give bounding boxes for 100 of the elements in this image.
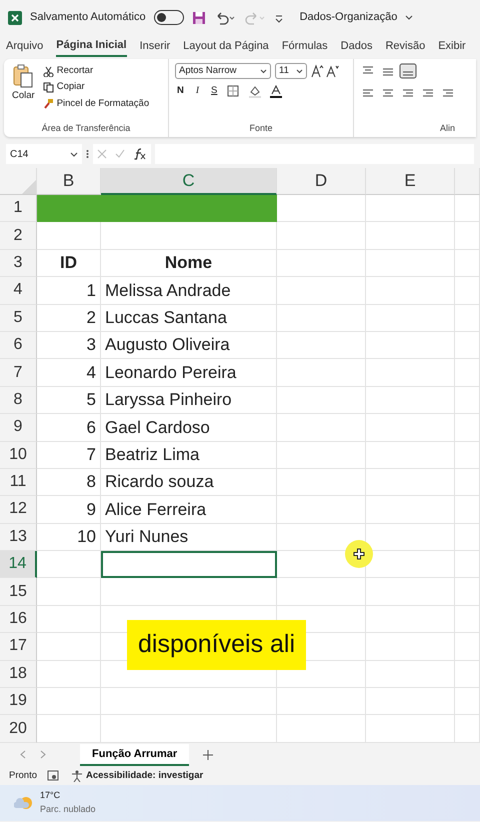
empty-cell[interactable] bbox=[455, 359, 480, 387]
empty-cell[interactable] bbox=[455, 386, 480, 414]
empty-cell[interactable] bbox=[366, 304, 455, 332]
selected-cell[interactable] bbox=[101, 551, 277, 578]
empty-cell[interactable] bbox=[366, 660, 455, 688]
filled-cell[interactable] bbox=[37, 195, 101, 222]
empty-cell[interactable] bbox=[455, 688, 480, 716]
autosave-toggle[interactable] bbox=[154, 10, 184, 25]
empty-cell[interactable] bbox=[277, 496, 366, 524]
empty-cell[interactable] bbox=[277, 222, 366, 250]
empty-cell[interactable] bbox=[366, 496, 455, 524]
empty-cell[interactable] bbox=[455, 250, 480, 278]
previous-sheet-icon[interactable] bbox=[20, 750, 26, 760]
empty-cell[interactable] bbox=[277, 578, 366, 606]
chevron-down-icon[interactable] bbox=[405, 14, 414, 20]
function-icon[interactable] bbox=[133, 148, 147, 160]
format-painter-button[interactable]: Pincel de Formatação bbox=[40, 96, 152, 112]
underline-button[interactable]: S bbox=[209, 83, 220, 100]
column-header[interactable]: B bbox=[37, 168, 101, 195]
next-sheet-icon[interactable] bbox=[40, 750, 46, 760]
empty-cell[interactable] bbox=[277, 250, 366, 278]
accessibility-button[interactable]: Acessibilidade: investigar bbox=[69, 768, 206, 784]
redo-icon[interactable] bbox=[244, 10, 266, 24]
ribbon-tab[interactable]: Exibir bbox=[438, 38, 466, 56]
paste-button[interactable]: Colar bbox=[10, 63, 37, 112]
ribbon-tab[interactable]: Arquivo bbox=[6, 38, 44, 56]
grow-font-icon[interactable] bbox=[311, 64, 339, 78]
empty-cell[interactable] bbox=[366, 250, 455, 278]
ribbon-tab[interactable]: Revisão bbox=[385, 38, 426, 56]
empty-cell[interactable] bbox=[455, 660, 480, 688]
file-name[interactable]: Dados-Organização bbox=[300, 9, 398, 26]
row-header[interactable]: 7 bbox=[0, 359, 37, 387]
row-header[interactable]: 3 bbox=[0, 250, 37, 278]
empty-cell[interactable] bbox=[366, 386, 455, 414]
customize-icon[interactable] bbox=[274, 12, 284, 22]
empty-cell[interactable] bbox=[455, 524, 480, 552]
font-color-icon[interactable] bbox=[270, 84, 282, 98]
empty-cell[interactable] bbox=[277, 468, 366, 496]
row-header[interactable]: 5 bbox=[0, 304, 37, 332]
empty-cell[interactable] bbox=[366, 222, 455, 250]
ribbon-tab[interactable]: Fórmulas bbox=[282, 38, 328, 56]
filled-cell[interactable] bbox=[101, 195, 277, 222]
row-header[interactable]: 8 bbox=[0, 386, 37, 414]
empty-cell[interactable] bbox=[455, 468, 480, 496]
row-header[interactable]: 14 bbox=[0, 551, 37, 578]
row-header[interactable]: 2 bbox=[0, 222, 37, 250]
empty-cell[interactable] bbox=[277, 688, 366, 716]
row-header[interactable]: 6 bbox=[0, 332, 37, 360]
row-header[interactable]: 16 bbox=[0, 606, 37, 634]
empty-cell[interactable] bbox=[366, 468, 455, 496]
empty-cell[interactable] bbox=[366, 277, 455, 305]
empty-cell[interactable] bbox=[277, 332, 366, 360]
row-header[interactable]: 10 bbox=[0, 442, 37, 469]
empty-cell[interactable] bbox=[366, 688, 455, 716]
empty-cell[interactable] bbox=[101, 578, 277, 606]
empty-cell[interactable] bbox=[101, 222, 277, 250]
empty-cell[interactable] bbox=[277, 414, 366, 442]
row-header[interactable]: 19 bbox=[0, 688, 37, 716]
italic-button[interactable]: I bbox=[194, 83, 202, 100]
empty-cell[interactable] bbox=[455, 332, 480, 360]
empty-cell[interactable] bbox=[455, 304, 480, 332]
empty-cell[interactable] bbox=[455, 414, 480, 442]
row-header[interactable]: 1 bbox=[0, 195, 37, 222]
enter-icon[interactable] bbox=[115, 149, 125, 159]
empty-cell[interactable] bbox=[455, 715, 480, 743]
empty-cell[interactable] bbox=[455, 578, 480, 606]
row-header[interactable]: 11 bbox=[0, 468, 37, 496]
empty-cell[interactable] bbox=[455, 633, 480, 661]
row-header[interactable]: 12 bbox=[0, 496, 37, 524]
fill-color-icon[interactable] bbox=[248, 84, 262, 98]
empty-cell[interactable] bbox=[455, 496, 480, 524]
ribbon-tab[interactable]: Layout da Página bbox=[183, 38, 269, 56]
bold-button[interactable]: N bbox=[175, 83, 186, 100]
empty-cell[interactable] bbox=[455, 551, 480, 578]
row-header[interactable]: 15 bbox=[0, 578, 37, 606]
column-header[interactable]: D bbox=[277, 168, 366, 195]
ribbon-tab[interactable]: Dados bbox=[340, 38, 372, 56]
empty-cell[interactable] bbox=[366, 195, 455, 222]
empty-cell[interactable] bbox=[366, 442, 455, 469]
macro-icon[interactable] bbox=[47, 770, 59, 782]
empty-cell[interactable] bbox=[277, 304, 366, 332]
empty-cell[interactable] bbox=[366, 715, 455, 743]
empty-cell[interactable] bbox=[366, 414, 455, 442]
column-header[interactable]: E bbox=[366, 168, 455, 195]
empty-cell[interactable] bbox=[277, 277, 366, 305]
save-icon[interactable] bbox=[192, 10, 206, 24]
empty-cell[interactable] bbox=[366, 606, 455, 634]
row-header[interactable]: 9 bbox=[0, 414, 37, 442]
empty-cell[interactable] bbox=[277, 442, 366, 469]
ribbon-tab[interactable]: Página Inicial bbox=[56, 36, 127, 58]
empty-cell[interactable] bbox=[366, 633, 455, 661]
empty-cell[interactable] bbox=[455, 222, 480, 250]
row-header[interactable]: 4 bbox=[0, 277, 37, 305]
cut-button[interactable]: Recortar bbox=[40, 63, 152, 80]
font-size-dropdown[interactable]: 11 bbox=[275, 63, 307, 79]
borders-icon[interactable] bbox=[227, 85, 240, 98]
column-header[interactable]: C bbox=[101, 168, 277, 195]
empty-cell[interactable] bbox=[366, 359, 455, 387]
empty-cell[interactable] bbox=[101, 715, 277, 743]
font-name-dropdown[interactable]: Aptos Narrow bbox=[175, 63, 271, 79]
